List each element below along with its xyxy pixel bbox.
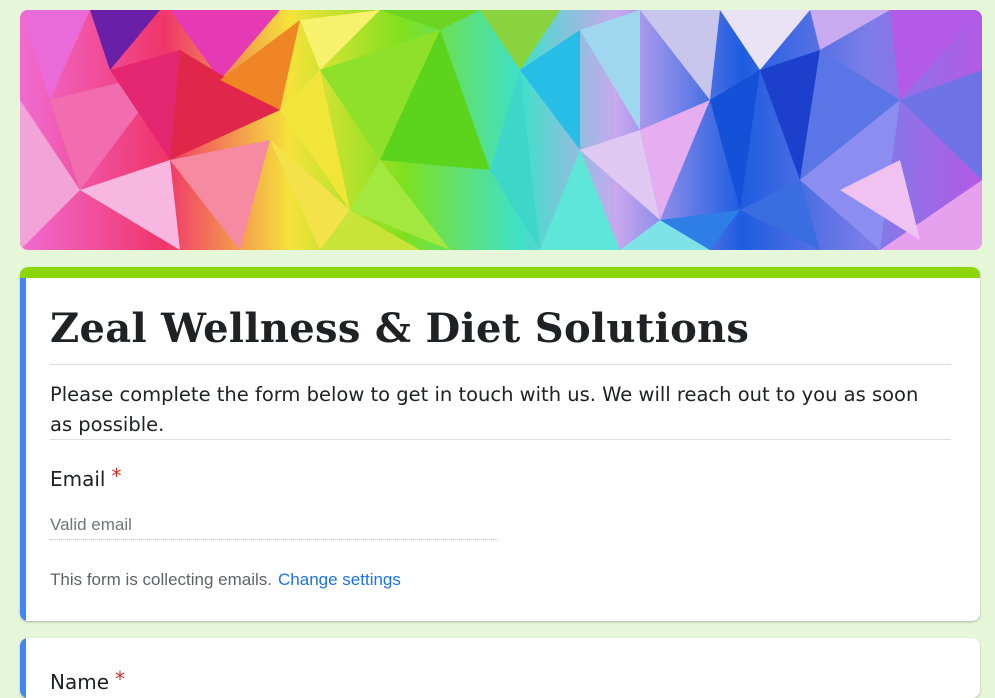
name-question-label: Name * [50, 667, 126, 696]
title-divider [50, 364, 951, 365]
theme-accent-bar [20, 267, 980, 278]
description-divider [50, 439, 951, 440]
email-input[interactable] [50, 511, 498, 540]
card-indicator [20, 638, 26, 698]
email-question-label: Email * [50, 464, 122, 493]
collecting-emails-note: This form is collecting emails. Change se… [50, 569, 401, 591]
form-title-card: Zeal Wellness & Diet Solutions Please co… [20, 267, 980, 621]
form-description[interactable]: Please complete the form below to get in… [50, 380, 930, 440]
active-card-indicator [20, 278, 26, 621]
change-settings-link[interactable]: Change settings [278, 570, 401, 589]
header-banner-image [20, 10, 982, 250]
email-label-text: Email [50, 467, 106, 491]
required-asterisk: * [111, 464, 122, 488]
required-asterisk: * [115, 667, 126, 691]
collecting-emails-text: This form is collecting emails. [50, 570, 273, 589]
form-title[interactable]: Zeal Wellness & Diet Solutions [50, 303, 950, 355]
name-question-card[interactable]: Name * [20, 638, 980, 698]
name-label-text: Name [50, 670, 110, 694]
